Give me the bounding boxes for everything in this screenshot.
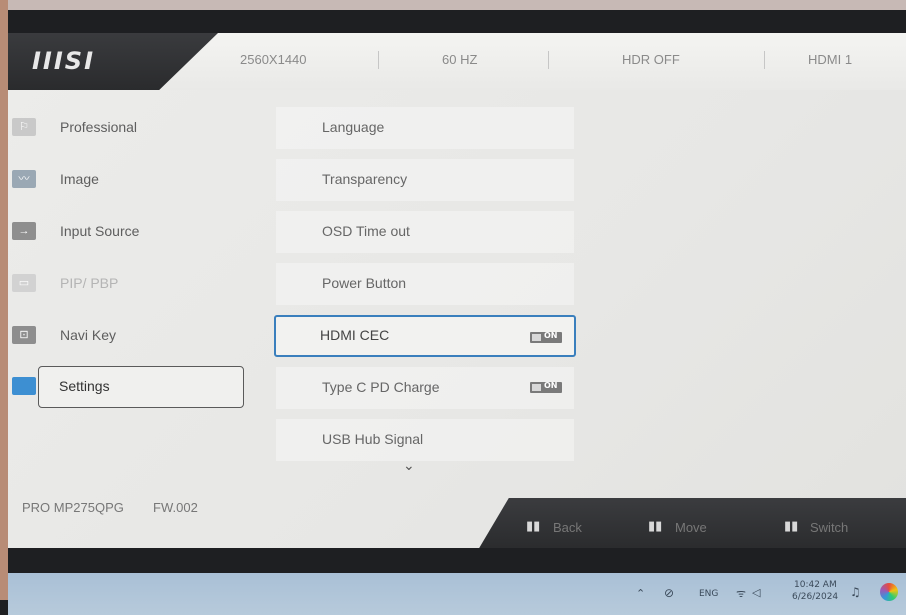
firmware-version: FW.002 — [153, 500, 198, 515]
setting-language[interactable]: Language — [276, 107, 574, 149]
osd-screen: IIISI 2560X1440 60 HZ HDR OFF HDMI 1 ⚐ P… — [8, 33, 906, 548]
type-c-pd-toggle[interactable]: ON — [530, 381, 562, 393]
pip-icon: ▭ — [12, 274, 36, 292]
menu-item-navi-key[interactable]: ⊡ Navi Key — [8, 316, 248, 356]
menu-item-label: PIP/ PBP — [60, 275, 119, 291]
setting-label: Transparency — [322, 171, 408, 187]
clock-date[interactable]: 6/26/2024 — [792, 592, 838, 602]
toggle-state: ON — [544, 331, 558, 340]
arrow-right-icon: → — [12, 222, 36, 240]
model-name: PRO MP275QPG — [22, 500, 124, 515]
hdmi-cec-toggle[interactable]: ON — [530, 331, 562, 343]
setting-osd-timeout[interactable]: OSD Time out — [276, 211, 574, 253]
nav-move[interactable]: Move — [675, 520, 707, 535]
logo-tab: IIISI — [8, 33, 218, 90]
joystick-icon: ▮▮ — [648, 519, 663, 534]
menu-item-label: Image — [60, 171, 99, 187]
osd-header: IIISI 2560X1440 60 HZ HDR OFF HDMI 1 — [8, 33, 906, 90]
nav-switch[interactable]: Switch — [810, 520, 848, 535]
header-divider — [764, 51, 765, 69]
navi-key-icon: ⊡ — [12, 326, 36, 344]
menu-item-label: Input Source — [60, 223, 140, 239]
language-indicator[interactable]: ENG — [699, 589, 718, 599]
setting-transparency[interactable]: Transparency — [276, 159, 574, 201]
resolution-status: 2560X1440 — [240, 52, 307, 67]
toggle-knob — [532, 384, 541, 391]
image-icon: 〰 — [12, 170, 36, 188]
professional-icon: ⚐ — [12, 118, 36, 136]
setting-label: Power Button — [322, 275, 407, 291]
menu-item-settings[interactable]: Settings — [38, 366, 244, 408]
nav-back[interactable]: Back — [553, 520, 582, 535]
setting-hdmi-cec[interactable]: HDMI CEC ON — [274, 315, 576, 357]
chevron-up-icon[interactable]: ⌃ — [636, 587, 645, 600]
photo-edge-top — [0, 0, 906, 10]
menu-item-image[interactable]: 〰 Image — [8, 160, 248, 200]
setting-power-button[interactable]: Power Button — [276, 263, 574, 305]
header-divider — [378, 51, 379, 69]
setting-label: Language — [322, 119, 385, 135]
menu-item-label: Professional — [60, 119, 138, 135]
osd-nav-bar: ▮▮ Back ▮▮ Move ▮▮ Switch — [478, 498, 906, 548]
settings-icon — [12, 377, 36, 395]
setting-label: Type C PD Charge — [322, 379, 440, 395]
joystick-icon: ▮▮ — [784, 519, 799, 534]
refresh-status: 60 HZ — [442, 52, 478, 67]
windows-taskbar: ⌃ ⊘ ENG ᯤ ◁ 10:42 AM 6/26/2024 ♫ — [8, 573, 906, 615]
setting-label: OSD Time out — [322, 223, 410, 239]
setting-type-c-pd-charge[interactable]: Type C PD Charge ON — [276, 367, 574, 409]
photo-edge-left — [0, 0, 8, 600]
wifi-icon[interactable]: ᯤ — [736, 586, 746, 601]
msi-logo: IIISI — [32, 47, 96, 75]
toggle-state: ON — [544, 381, 558, 390]
menu-item-label: Navi Key — [60, 327, 117, 343]
notification-bell-icon[interactable]: ♫ — [850, 585, 861, 599]
input-status: HDMI 1 — [808, 52, 853, 67]
chevron-down-icon[interactable]: ⌄ — [403, 458, 415, 474]
menu-item-professional[interactable]: ⚐ Professional — [8, 108, 248, 148]
header-divider — [548, 51, 549, 69]
onedrive-icon[interactable]: ⊘ — [664, 586, 674, 600]
hdr-status: HDR OFF — [622, 52, 680, 67]
joystick-icon: ▮▮ — [526, 519, 541, 534]
setting-usb-hub-signal[interactable]: USB Hub Signal — [276, 419, 574, 461]
menu-item-input-source[interactable]: → Input Source — [8, 212, 248, 252]
setting-label: HDMI CEC — [320, 327, 390, 343]
copilot-icon[interactable] — [880, 583, 898, 601]
toggle-knob — [532, 334, 541, 341]
menu-item-label: Settings — [59, 378, 110, 394]
setting-label: USB Hub Signal — [322, 431, 424, 447]
menu-item-pip-pbp[interactable]: ▭ PIP/ PBP — [8, 264, 248, 304]
volume-icon[interactable]: ◁ — [752, 586, 760, 599]
clock-time[interactable]: 10:42 AM — [794, 580, 837, 590]
